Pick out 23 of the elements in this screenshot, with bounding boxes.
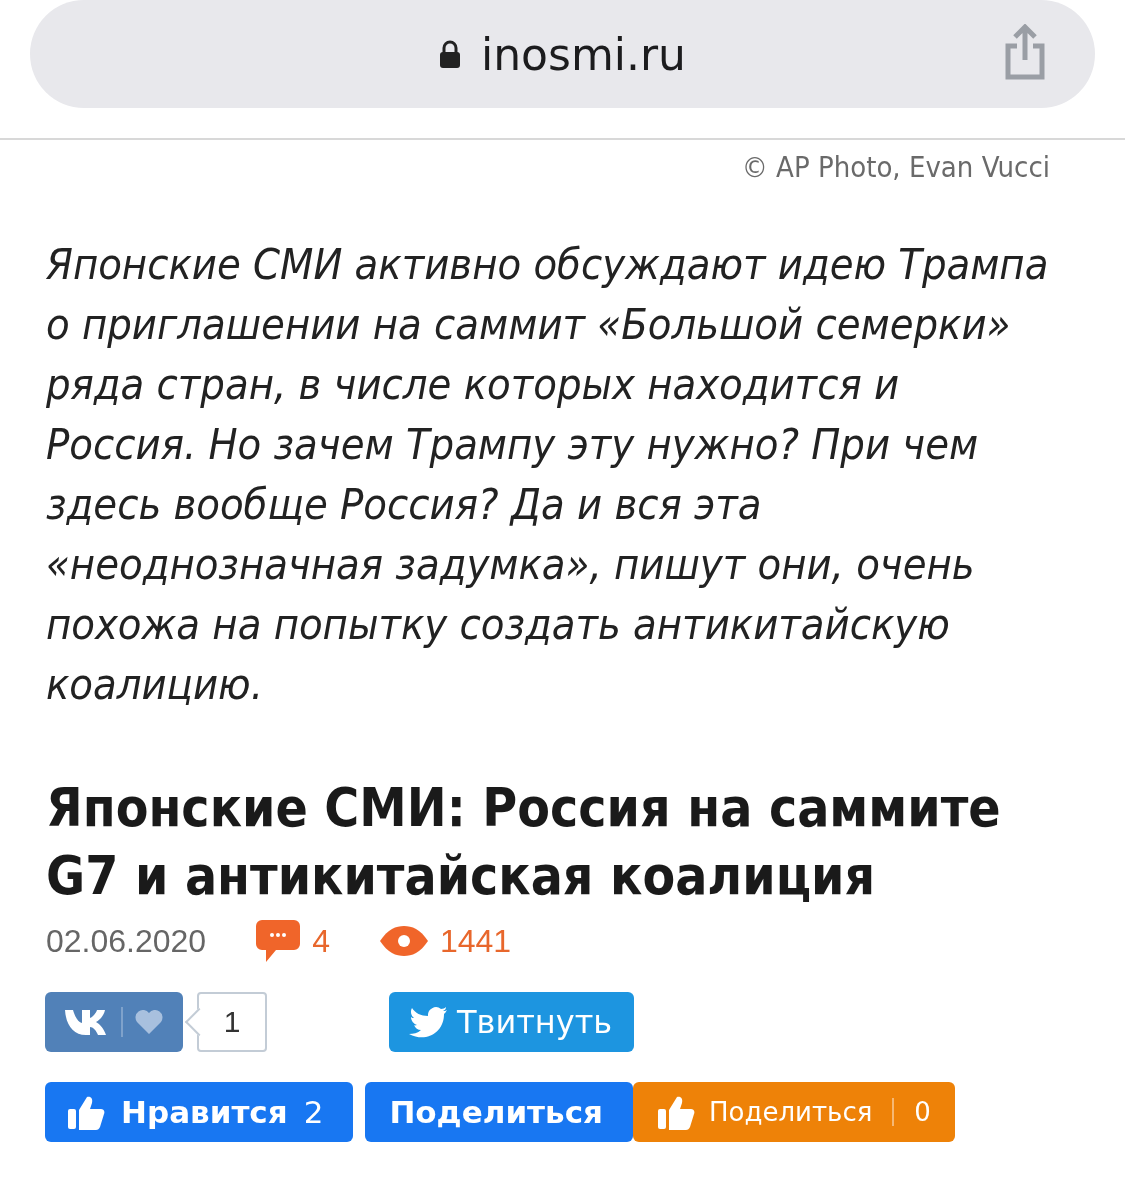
lead-paragraph: Японские СМИ активно обсуждают идею Трампа о приглашении на саммит «Большой семерки» ряда стран, в числе которых находится и Россия. Но зачем Трампу эту нужно? При чем здесь вообще Россия? Да и вся эта «неоднозначная задумка», пишут они, очень похожа на попытку создать антикитайскую коалицию. (46, 238, 1050, 711)
share-button[interactable]: Поделиться 0 (632, 1082, 955, 1142)
comment-count[interactable]: 4 (312, 922, 330, 960)
view-count: 1441 (439, 922, 512, 960)
address-bar[interactable]: inosmi.ru (30, 0, 1095, 108)
comment-icon (256, 920, 301, 962)
vk-logo-icon (65, 1009, 109, 1035)
article-headline: Японские СМИ: Россия на саммите G7 и антикитайская коалиция (46, 776, 1002, 908)
bird-icon (409, 1006, 447, 1038)
share-icon[interactable] (1003, 24, 1047, 80)
thumbs-up-icon (67, 1094, 105, 1130)
like-count: 1 (185, 992, 267, 1052)
eye-icon (379, 926, 428, 956)
share-button[interactable]: Поделиться (365, 1082, 633, 1142)
like-button[interactable]: Нравится 2 (45, 1082, 354, 1142)
tweet-button[interactable]: Твитнуть (389, 992, 635, 1052)
photo-credit: © AP Photo, Evan Vucci (740, 150, 1050, 184)
url-text: inosmi.ru (481, 28, 686, 80)
publish-date: 02.06.2020 (46, 922, 207, 960)
heart-icon (135, 1010, 163, 1034)
thumbs-up-icon (656, 1094, 695, 1130)
vk-like-button[interactable] (45, 992, 183, 1052)
lock-icon (439, 40, 461, 68)
